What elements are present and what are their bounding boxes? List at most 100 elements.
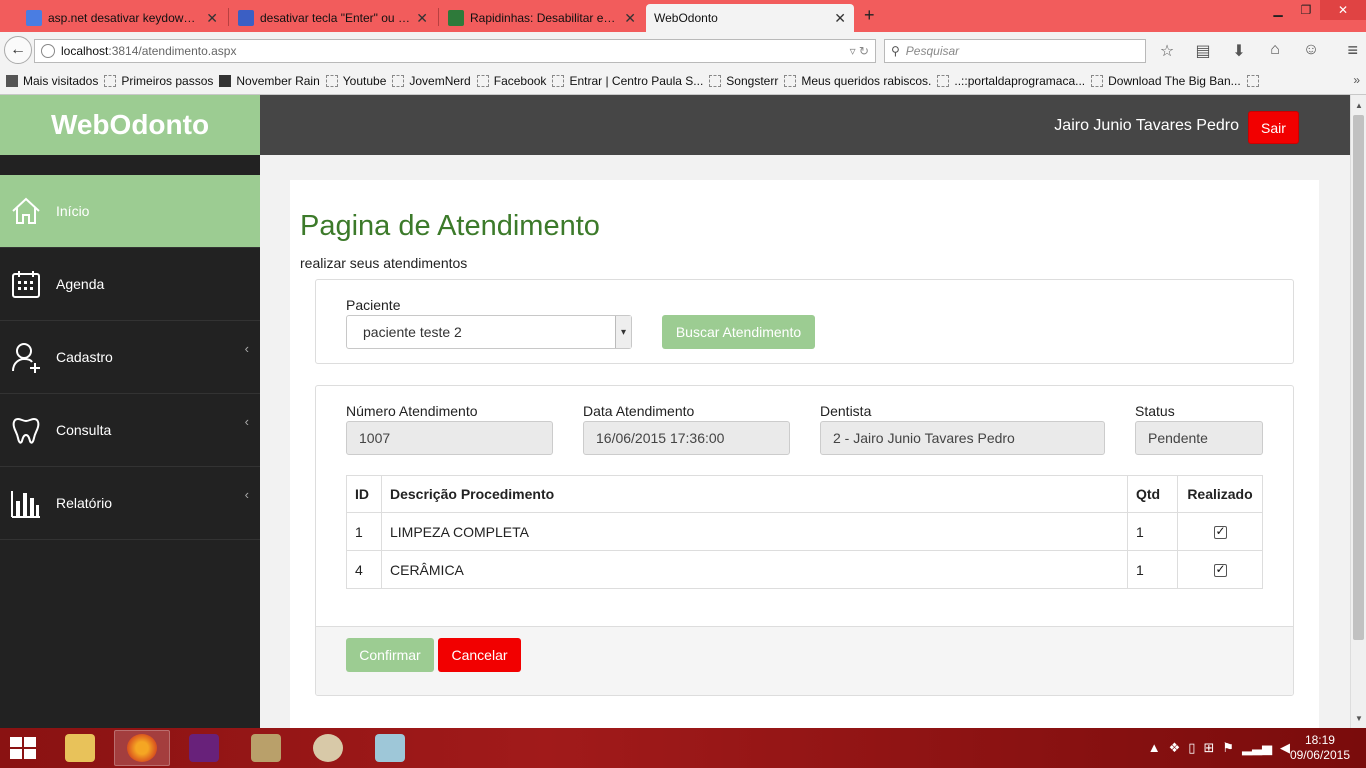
close-window-icon[interactable]: ✕ xyxy=(1320,0,1366,20)
bookmark-item[interactable] xyxy=(1246,75,1264,87)
bookmark-item[interactable]: Entrar | Centro Paula S... xyxy=(552,74,703,88)
page-icon xyxy=(325,75,338,87)
confirm-button[interactable]: Confirmar xyxy=(346,638,434,672)
bookmark-item[interactable]: Youtube xyxy=(325,74,386,88)
patient-select-value: paciente teste 2 xyxy=(363,324,462,340)
sidebar-item-agenda[interactable]: Agenda xyxy=(0,248,260,321)
chevron-left-icon: ‹ xyxy=(244,341,249,356)
cancel-button[interactable]: Cancelar xyxy=(438,638,521,672)
sidebar-item-relatorio[interactable]: Relatório ‹ xyxy=(0,467,260,540)
sidebar-item-consulta[interactable]: Consulta ‹ xyxy=(0,394,260,467)
visual-studio-icon[interactable] xyxy=(176,730,232,766)
windows-taskbar: ▲ ❖ ▯ ⊞ ⚑ ▂▃▅ ◀ 18:19 09/06/2015 xyxy=(0,728,1366,768)
tab-separator xyxy=(438,8,439,26)
scroll-up-icon[interactable]: ▲ xyxy=(1351,97,1366,113)
done-checkbox[interactable] xyxy=(1213,524,1227,540)
search-attendance-button[interactable]: Buscar Atendimento xyxy=(662,315,815,349)
bookmark-star-icon[interactable]: ☆ xyxy=(1156,41,1178,61)
site-favicon-icon xyxy=(448,10,464,26)
bookmark-item[interactable]: Mais visitados xyxy=(6,74,98,88)
user-add-icon xyxy=(12,343,40,373)
logout-button[interactable]: Sair xyxy=(1248,111,1299,144)
action-center-icon[interactable]: ⚑ xyxy=(1222,740,1234,756)
browser-tab[interactable]: Rapidinhas: Desabilitar ent... ✕ xyxy=(440,4,644,32)
file-explorer-icon[interactable] xyxy=(52,730,108,766)
smiley-icon[interactable]: ☺ xyxy=(1300,41,1322,61)
tab-close-icon[interactable]: ✕ xyxy=(206,10,218,27)
browser-tab-bar: asp.net desativar keydown ... ✕ desativa… xyxy=(0,0,1366,32)
page-icon xyxy=(709,75,722,87)
browser-tab[interactable]: asp.net desativar keydown ... ✕ xyxy=(18,4,226,32)
bookmark-item[interactable]: Download The Big Ban... xyxy=(1091,74,1241,88)
windows-icon[interactable]: ⊞ xyxy=(1203,740,1214,756)
bookmarks-overflow-icon[interactable]: » xyxy=(1353,73,1360,87)
page-icon xyxy=(937,75,950,87)
tab-close-icon[interactable]: ✕ xyxy=(624,10,636,27)
dropbox-icon[interactable]: ❖ xyxy=(1169,740,1181,756)
page-title: Pagina de Atendimento xyxy=(300,210,600,242)
home-icon xyxy=(12,197,40,224)
sidebar-item-inicio[interactable]: Início xyxy=(0,175,260,248)
hamburger-menu-icon[interactable]: ≡ xyxy=(1347,40,1358,61)
sidebar-item-cadastro[interactable]: Cadastro ‹ xyxy=(0,321,260,394)
done-checkbox[interactable] xyxy=(1213,562,1227,578)
paint-icon[interactable] xyxy=(300,730,356,766)
bookmark-label: JovemNerd xyxy=(409,74,471,88)
volume-icon[interactable]: ◀ xyxy=(1280,740,1290,756)
cell-done xyxy=(1177,512,1263,551)
bookmark-item[interactable]: Meus queridos rabiscos. xyxy=(784,74,931,88)
clock-date: 09/06/2015 xyxy=(1289,748,1350,762)
bookmark-item[interactable]: Facebook xyxy=(476,74,547,88)
firefox-icon[interactable] xyxy=(114,730,170,766)
tab-close-icon[interactable]: ✕ xyxy=(834,10,846,27)
windows-start-icon[interactable] xyxy=(10,737,38,761)
new-tab-button[interactable]: + xyxy=(864,5,875,26)
show-hidden-icons-icon[interactable]: ▲ xyxy=(1148,740,1161,756)
bookmark-item[interactable]: Songsterr xyxy=(709,74,778,88)
brand-logo[interactable]: WebOdonto xyxy=(0,95,260,155)
page-scrollbar[interactable]: ▲ ▼ xyxy=(1350,95,1366,728)
action-footer: Confirmar Cancelar xyxy=(316,626,1293,695)
reload-icon[interactable]: ▿ ↻ xyxy=(850,44,869,58)
network-signal-icon[interactable]: ▂▃▅ xyxy=(1242,740,1272,756)
window-controls: ▁ ❐ ✕ xyxy=(1264,0,1366,22)
tab-title: Rapidinhas: Desabilitar ent... xyxy=(470,11,619,25)
scrollbar-thumb[interactable] xyxy=(1353,115,1364,640)
bookmark-item[interactable]: JovemNerd xyxy=(392,74,471,88)
bookmark-label: Facebook xyxy=(493,74,547,88)
clock-time: 18:19 xyxy=(1304,733,1335,747)
address-bar[interactable]: localhost:3814/atendimento.aspx ▿ ↻ xyxy=(34,39,876,63)
bookmark-item[interactable]: ..::portaldaprogramaca... xyxy=(937,74,1085,88)
minimize-icon[interactable]: ▁ xyxy=(1264,0,1292,20)
browser-tab[interactable]: desativar tecla "Enter" ou d... ✕ xyxy=(230,4,436,32)
notepad-icon[interactable] xyxy=(362,730,418,766)
calendar-icon xyxy=(12,271,40,298)
bookmark-label: November Rain xyxy=(236,74,320,88)
scroll-down-icon[interactable]: ▼ xyxy=(1351,710,1366,726)
url-host: localhost xyxy=(61,44,109,58)
reading-list-icon[interactable]: ▤ xyxy=(1192,41,1214,61)
bookmark-label: Meus queridos rabiscos. xyxy=(801,74,932,88)
browser-search-input[interactable]: ⚲ Pesquisar xyxy=(884,39,1146,63)
maximize-icon[interactable]: ❐ xyxy=(1292,0,1320,20)
dentist-field: 2 - Jairo Junio Tavares Pedro xyxy=(820,421,1105,455)
home-icon[interactable]: ⌂ xyxy=(1264,41,1286,61)
column-header-id: ID xyxy=(346,475,382,513)
sidebar-item-label: Consulta xyxy=(56,422,112,438)
search-icon: ⚲ xyxy=(891,44,900,58)
tab-close-icon[interactable]: ✕ xyxy=(416,10,428,27)
bookmark-label: Songsterr xyxy=(726,74,779,88)
browser-tab-active[interactable]: WebOdonto ✕ xyxy=(646,4,854,32)
bookmark-item[interactable]: November Rain xyxy=(219,74,320,88)
patient-select[interactable]: paciente teste 2 ▾ xyxy=(346,315,632,349)
tools-app-icon[interactable] xyxy=(238,730,294,766)
download-icon[interactable]: ⬇ xyxy=(1228,41,1250,61)
usb-icon[interactable]: ▯ xyxy=(1188,740,1195,756)
system-clock[interactable]: 18:19 09/06/2015 xyxy=(1290,733,1350,763)
column-header-description: Descrição Procedimento xyxy=(381,475,1128,513)
browser-toolbar-icons: ☆ ▤ ⬇ ⌂ ☺ xyxy=(1156,41,1322,61)
bookmark-item[interactable]: Primeiros passos xyxy=(104,74,213,88)
bookmarks-bar: Mais visitados Primeiros passos November… xyxy=(0,68,1366,95)
back-arrow-icon[interactable]: ← xyxy=(4,36,32,64)
user-name: Jairo Junio Tavares Pedro xyxy=(1054,117,1239,134)
